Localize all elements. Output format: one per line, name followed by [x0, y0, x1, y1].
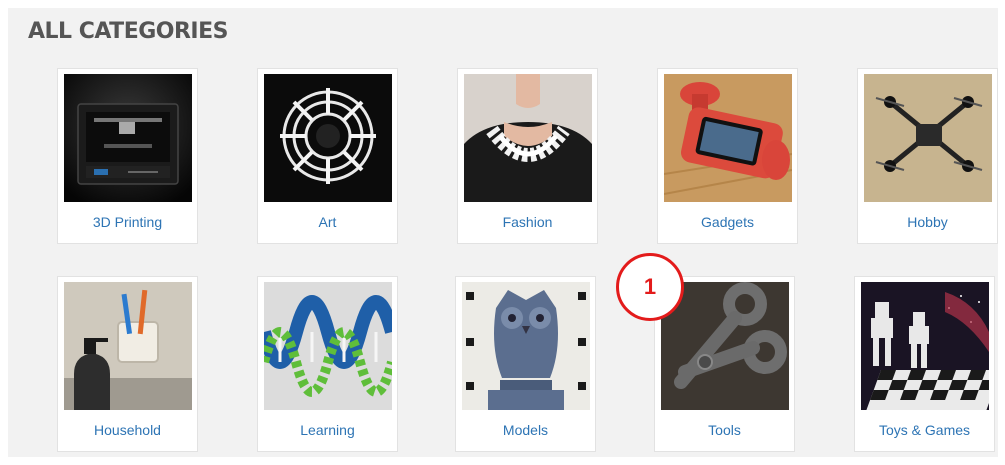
category-card-fashion[interactable]: Fashion: [457, 68, 598, 244]
category-image-3d-printing: [64, 74, 192, 202]
category-label-3d-printing[interactable]: 3D Printing: [58, 214, 197, 230]
category-card-hobby[interactable]: Hobby: [857, 68, 998, 244]
category-label-tools[interactable]: Tools: [655, 422, 794, 438]
category-image-learning: [264, 282, 392, 410]
category-label-hobby[interactable]: Hobby: [858, 214, 997, 230]
category-card-gadgets[interactable]: Gadgets: [657, 68, 798, 244]
category-image-gadgets: [664, 74, 792, 202]
category-card-models[interactable]: Models: [455, 276, 596, 452]
category-label-learning[interactable]: Learning: [258, 422, 397, 438]
category-card-toys-games[interactable]: Toys & Games: [854, 276, 995, 452]
page-title: ALL CATEGORIES: [28, 19, 228, 44]
categories-panel: ALL CATEGORIES 3D Printing Art Fashion G…: [8, 8, 998, 457]
category-image-hobby: [864, 74, 992, 202]
category-label-gadgets[interactable]: Gadgets: [658, 214, 797, 230]
category-card-3d-printing[interactable]: 3D Printing: [57, 68, 198, 244]
category-image-art: [264, 74, 392, 202]
category-label-models[interactable]: Models: [456, 422, 595, 438]
category-label-fashion[interactable]: Fashion: [458, 214, 597, 230]
category-label-art[interactable]: Art: [258, 214, 397, 230]
annotation-marker: 1: [616, 253, 684, 321]
category-label-toys-games[interactable]: Toys & Games: [855, 422, 994, 438]
category-image-models: [462, 282, 590, 410]
category-image-fashion: [464, 74, 592, 202]
category-card-learning[interactable]: Learning: [257, 276, 398, 452]
category-label-household[interactable]: Household: [58, 422, 197, 438]
category-card-household[interactable]: Household: [57, 276, 198, 452]
category-image-household: [64, 282, 192, 410]
category-image-toys-games: [861, 282, 989, 410]
category-card-art[interactable]: Art: [257, 68, 398, 244]
